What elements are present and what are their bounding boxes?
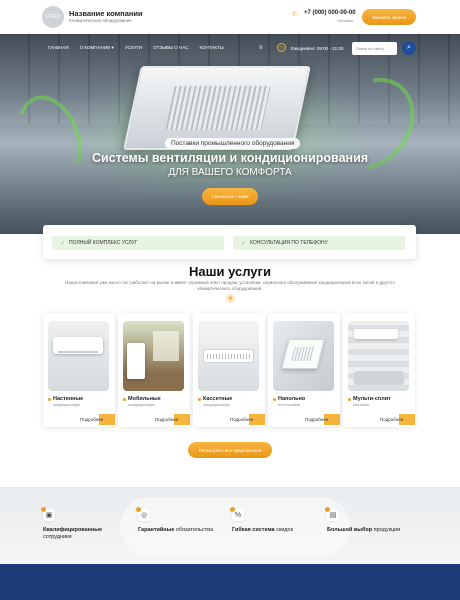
service-card-floor-ceiling[interactable]: Напольно потолочные Подробнее	[268, 313, 340, 427]
advantage-rest: обязательства	[175, 527, 214, 533]
more-link[interactable]: Подробнее	[79, 414, 115, 425]
floor-ceiling-ac-image	[273, 321, 334, 391]
service-sub: кондиционеры	[128, 402, 156, 407]
company-subtitle: Климатическое оборудование	[69, 18, 132, 23]
more-link[interactable]: Подробнее	[229, 414, 265, 425]
all-offers-button[interactable]: Посмотреть все предложения	[188, 442, 272, 458]
services-list: Настенные кондиционеры Подробнее Мобильн…	[43, 313, 416, 427]
catalog-icon: ▤	[325, 507, 339, 521]
city-label: г.Москва	[337, 18, 353, 23]
certificate-icon: ▣	[41, 507, 55, 521]
search-icon: ⌕	[407, 44, 411, 51]
feature-item: ✓ Консультация по телефону	[233, 236, 405, 250]
service-card-mobile[interactable]: Мобильные кондиционеры Подробнее	[118, 313, 190, 427]
advantage-rest: сотрудники	[43, 534, 72, 540]
nav-item-about-label: О компании	[79, 45, 111, 50]
clock-icon: ◷	[277, 43, 286, 52]
company-name[interactable]: Название компании	[69, 9, 143, 18]
more-menu-icon[interactable]: ≡	[259, 45, 263, 51]
top-bar: LOGO Название компании Климатическое обо…	[0, 0, 460, 34]
nav-item-services[interactable]: Услуги	[125, 45, 142, 51]
multi-split-image	[348, 321, 409, 391]
services-description: Наша компания уже много лет работает на …	[65, 280, 395, 291]
hero-subtitle: для вашего комфорта	[168, 167, 292, 178]
advantage-bold: Большой выбор	[327, 527, 373, 533]
search-button[interactable]: ⌕	[402, 41, 416, 55]
advantages-section: ▣ Квалифицированные сотрудники ◎ Гарантий…	[0, 487, 460, 564]
contact-us-button[interactable]: Связаться с нами	[202, 188, 258, 205]
nav-item-home[interactable]: Главная	[48, 45, 69, 51]
phone-number[interactable]: +7 (000) 000-00-00	[304, 10, 356, 16]
mobile-ac-image	[123, 321, 184, 391]
badge-icon: ◎	[136, 507, 150, 521]
advantage-rest: скидок	[276, 527, 293, 533]
service-card-cassette[interactable]: Кассетные кондиционеры Подробнее	[193, 313, 265, 427]
phone-icon: ✆	[292, 12, 298, 18]
hero-title: Системы вентиляции и кондиционирования	[91, 151, 369, 165]
snowflake-icon: ✻	[226, 294, 235, 303]
feature-card: ✓ Полный комплекс услуг ✓ Консультация п…	[43, 225, 416, 259]
nav-item-contacts[interactable]: Контакты	[199, 45, 223, 51]
feature-item: ✓ Полный комплекс услуг	[52, 236, 224, 250]
service-card-multi-split[interactable]: Мульти-сплит системы Подробнее	[343, 313, 415, 427]
main-nav: Главная О компании ▾ Услуги Отзывы о нас…	[48, 45, 235, 51]
service-sub: кондиционеры	[203, 402, 231, 407]
feature-label: Полный комплекс услуг	[69, 240, 138, 246]
advantage-bold: Гибкая система	[232, 527, 275, 533]
service-sub: потолочные	[278, 402, 301, 407]
wall-ac-image	[48, 321, 109, 391]
callback-button[interactable]: Заказать звонок	[362, 9, 416, 25]
cassette-ac-image	[198, 321, 259, 391]
service-sub: системы	[353, 402, 369, 407]
working-hours: Ежедневно: 09:00 - 21:00	[291, 46, 344, 51]
more-link[interactable]: Подробнее	[379, 414, 415, 425]
feature-label: Консультация по телефону	[250, 240, 328, 246]
check-icon: ✓	[241, 240, 247, 247]
footer	[0, 564, 460, 600]
discount-icon: %	[230, 507, 244, 521]
advantage-bold: Квалифицированные	[43, 527, 103, 533]
logo[interactable]: LOGO	[42, 6, 64, 28]
more-link[interactable]: Подробнее	[154, 414, 190, 425]
search-input[interactable]: Поиск по сайту	[352, 42, 397, 55]
advantage-rest: продукции	[373, 527, 401, 533]
services-title: Наши услуги	[189, 264, 271, 279]
check-icon: ✓	[60, 240, 66, 247]
nav-item-about[interactable]: О компании ▾	[80, 45, 114, 51]
service-card-wall[interactable]: Настенные кондиционеры Подробнее	[43, 313, 115, 427]
service-sub: кондиционеры	[53, 402, 81, 407]
hero-pill: Поставки промышленного оборудования	[165, 138, 301, 149]
more-link[interactable]: Подробнее	[304, 414, 340, 425]
advantage-bold: Гарантийные	[138, 527, 175, 533]
nav-item-reviews[interactable]: Отзывы о нас	[153, 45, 188, 51]
